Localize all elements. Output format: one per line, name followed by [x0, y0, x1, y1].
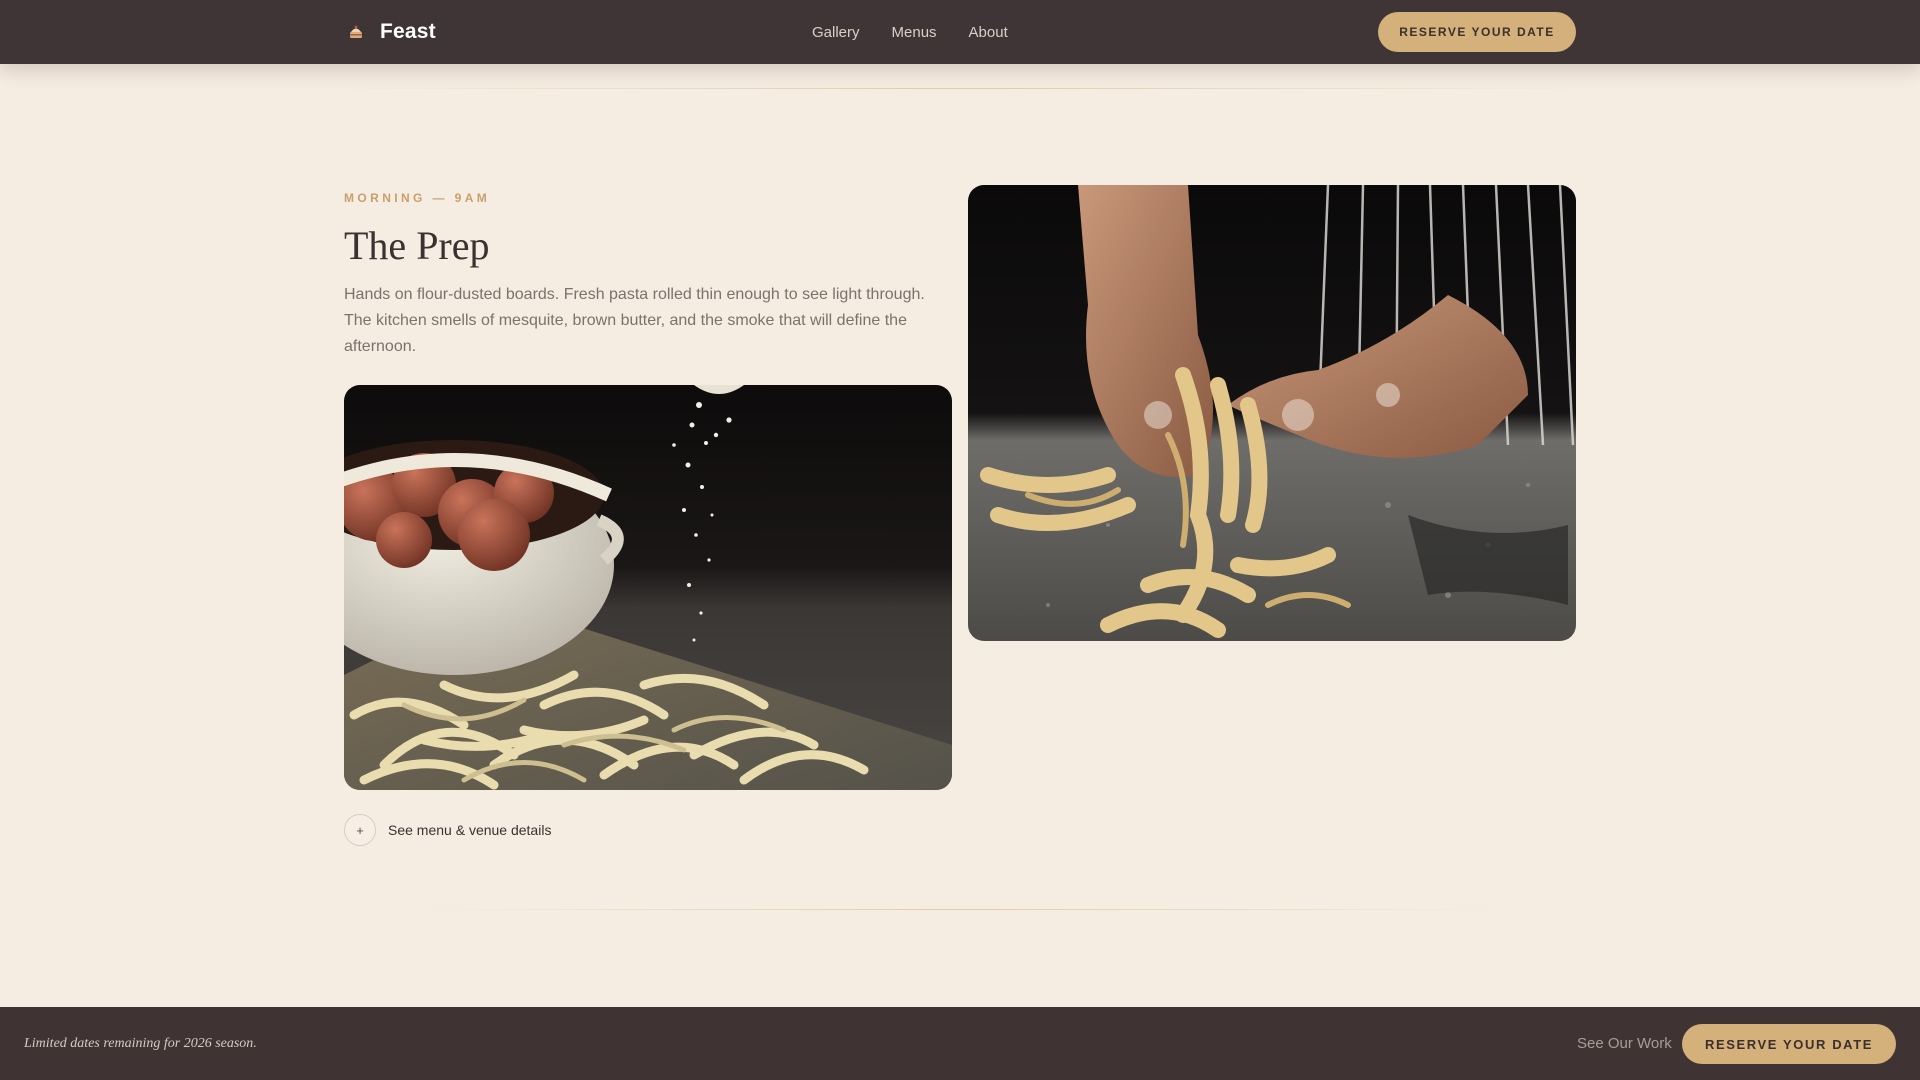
see-our-work-link[interactable]: See Our Work [1577, 1007, 1672, 1080]
nav-link-menus[interactable]: Menus [892, 24, 937, 41]
section-description: Hands on flour-dusted boards. Fresh past… [344, 286, 925, 355]
plus-icon: + [344, 814, 376, 846]
section-title: The Prep [344, 223, 490, 268]
section-divider [420, 909, 1500, 910]
sticky-booking-bar: Limited dates remaining for 2026 season.… [0, 1007, 1920, 1080]
site-header: Feast Gallery Menus About RESERVE YOUR D… [0, 0, 1920, 64]
pasta-eggs-photo [344, 385, 952, 790]
nav-link-gallery[interactable]: Gallery [812, 24, 860, 41]
brand-logo[interactable]: Feast [344, 0, 436, 64]
chef-hands-photo [968, 185, 1576, 641]
nav-link-about[interactable]: About [969, 24, 1008, 41]
availability-note: Limited dates remaining for 2026 season. [24, 1035, 257, 1051]
section-eyebrow: MORNING — 9AM [344, 191, 491, 205]
section-divider [344, 88, 1576, 89]
cake-icon [344, 20, 368, 44]
reserve-date-button[interactable]: RESERVE YOUR DATE [1378, 12, 1576, 52]
brand-name: Feast [380, 20, 436, 43]
details-toggle-label: See menu & venue details [388, 822, 552, 838]
main-nav: Gallery Menus About [812, 0, 1008, 64]
reserve-date-button-bottom[interactable]: RESERVE YOUR DATE [1682, 1024, 1896, 1064]
menu-venue-details-toggle[interactable]: + See menu & venue details [344, 814, 551, 846]
